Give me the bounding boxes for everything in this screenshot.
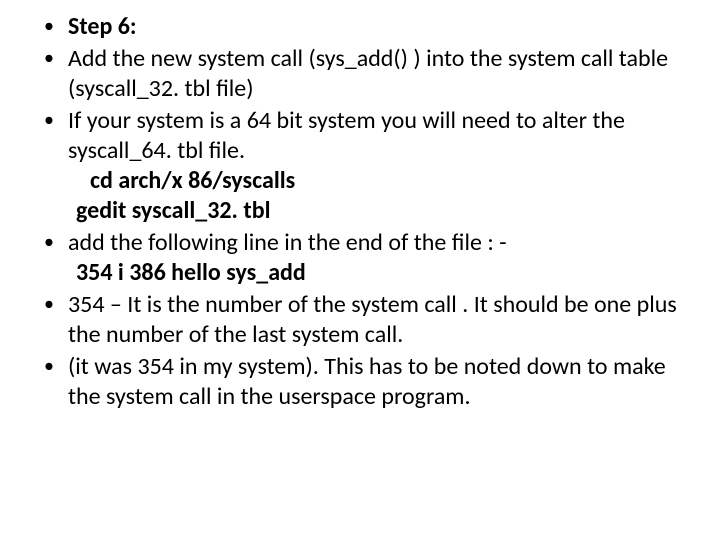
bullet-64bit-note: If your system is a 64 bit system you wi… xyxy=(40,106,680,226)
code-line: cd arch/x 86/syscalls xyxy=(90,166,680,196)
bullet-add-line: add the following line in the end of the… xyxy=(40,228,680,288)
bullet-text: (it was 354 in my system). This has to b… xyxy=(68,352,666,411)
bullet-text: If your system is a 64 bit system you wi… xyxy=(68,106,625,165)
bullet-list: Step 6: Add the new system call (sys_add… xyxy=(40,12,680,412)
bullet-text: Add the new system call (sys_add() ) int… xyxy=(68,44,668,103)
bullet-step6: Step 6: xyxy=(40,12,680,42)
code-line: 354 i 386 hello sys_add xyxy=(76,258,680,288)
bullet-text: Step 6: xyxy=(68,12,137,41)
bullet-354-note: (it was 354 in my system). This has to b… xyxy=(40,352,680,412)
slide: Step 6: Add the new system call (sys_add… xyxy=(0,0,720,412)
bullet-354-number: 354 – It is the number of the system cal… xyxy=(40,290,680,350)
bullet-add-syscall: Add the new system call (sys_add() ) int… xyxy=(40,44,680,104)
bullet-text: 354 – It is the number of the system cal… xyxy=(68,290,677,349)
bullet-text: add the following line in the end of the… xyxy=(68,228,507,257)
code-line: gedit syscall_32. tbl xyxy=(76,196,680,226)
